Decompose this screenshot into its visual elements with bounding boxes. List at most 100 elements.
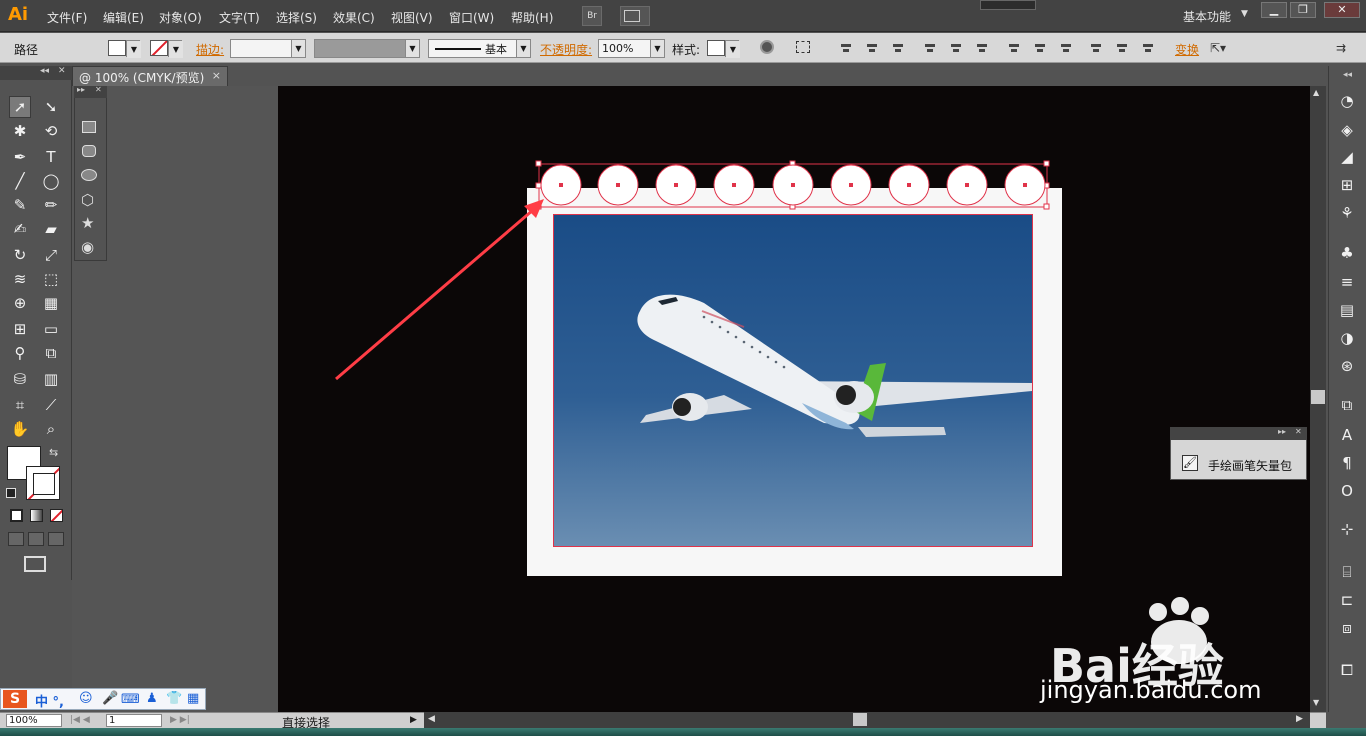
slice-tool[interactable]: ⟋ bbox=[40, 394, 62, 416]
artboard-tool[interactable]: ⌗ bbox=[9, 394, 31, 416]
search-field[interactable] bbox=[980, 0, 1036, 10]
pathfinder-icon[interactable]: ⊏ bbox=[1338, 591, 1356, 609]
links-icon[interactable]: ⧠ bbox=[1338, 661, 1356, 679]
user-icon[interactable]: ♟ bbox=[146, 691, 158, 706]
menu-select[interactable]: 选择(S) bbox=[276, 9, 317, 26]
color-mode-icon[interactable] bbox=[10, 509, 23, 522]
workspace-switcher[interactable]: 基本功能 bbox=[1183, 8, 1231, 25]
menu-type[interactable]: 文字(T) bbox=[219, 9, 260, 26]
brush-library-label[interactable]: 手绘画笔矢量包 bbox=[1208, 457, 1292, 474]
graphic-styles-icon[interactable]: ⧉ bbox=[1338, 396, 1356, 414]
align-icon[interactable]: ⌸ bbox=[1338, 563, 1356, 581]
transform-icon[interactable]: ⊹ bbox=[1338, 520, 1356, 538]
opacity-field[interactable]: 100% ▼ bbox=[598, 39, 665, 58]
rotate-tool[interactable]: ↻ bbox=[9, 244, 31, 266]
direct-selection-tool[interactable]: ➘ bbox=[40, 96, 62, 118]
bridge-button[interactable]: Br bbox=[582, 6, 602, 26]
draw-inside-icon[interactable] bbox=[48, 532, 64, 546]
document-tab[interactable]: @ 100% (CMYK/预览) × bbox=[72, 66, 228, 86]
variable-width-profile[interactable]: ▼ bbox=[314, 39, 420, 58]
rounded-rectangle-icon[interactable] bbox=[82, 145, 96, 157]
sogou-logo-icon[interactable]: S bbox=[3, 690, 27, 708]
polygon-icon[interactable]: ⬡ bbox=[81, 191, 94, 209]
tools-panel-header[interactable]: ◂◂ ✕ bbox=[0, 66, 72, 80]
stroke-swatch[interactable] bbox=[150, 40, 168, 56]
swap-colors-icon[interactable]: ⇆ bbox=[49, 446, 58, 459]
hand-tool[interactable]: ✋ bbox=[9, 418, 31, 440]
bbox-handle[interactable] bbox=[535, 160, 542, 167]
brushes-icon[interactable]: ♣ bbox=[1338, 244, 1356, 262]
restore-button[interactable]: ❐ bbox=[1290, 2, 1316, 18]
symbols-icon[interactable]: ⚘ bbox=[1338, 204, 1356, 222]
bbox-handle[interactable] bbox=[1043, 203, 1050, 210]
selection-tool[interactable]: ➚ bbox=[9, 96, 31, 118]
close-icon[interactable]: ✕ bbox=[58, 66, 66, 76]
brush-definition-dropdown[interactable]: 基本 ▼ bbox=[428, 39, 531, 58]
skin-icon[interactable]: 👕 bbox=[166, 691, 182, 706]
microphone-icon[interactable]: 🎤 bbox=[102, 691, 118, 706]
artboard-field[interactable]: 1 bbox=[106, 714, 162, 727]
distribute-horizontal-center-icon[interactable] bbox=[1116, 42, 1128, 54]
menu-edit[interactable]: 编辑(E) bbox=[103, 9, 144, 26]
fill-dropdown[interactable]: ▼ bbox=[126, 40, 141, 58]
transform-label[interactable]: 变换 bbox=[1175, 41, 1199, 58]
rectangle-icon[interactable] bbox=[82, 121, 96, 133]
flyout-header[interactable]: ▸▸ ✕ bbox=[74, 85, 107, 98]
menu-object[interactable]: 对象(O) bbox=[159, 9, 202, 26]
menu-window[interactable]: 窗口(W) bbox=[449, 9, 494, 26]
scroll-up-icon[interactable]: ▲ bbox=[1313, 88, 1319, 97]
collapse-icon[interactable]: ◂◂ bbox=[40, 66, 49, 76]
expand-icon[interactable]: ▸▸ bbox=[1278, 427, 1286, 436]
toolbox-icon[interactable]: ▦ bbox=[187, 691, 199, 706]
distribute-bottom-icon[interactable] bbox=[1060, 42, 1072, 54]
align-to-selection-icon[interactable] bbox=[796, 41, 810, 53]
blob-brush-tool[interactable]: ✍ bbox=[9, 218, 31, 240]
expand-icon[interactable]: ▸▸ bbox=[77, 85, 85, 94]
eyedropper-tool[interactable]: ⚲ bbox=[9, 342, 31, 364]
blend-tool[interactable]: ⧉ bbox=[40, 342, 62, 364]
line-tool[interactable]: ╱ bbox=[9, 170, 31, 192]
column-graph-tool[interactable]: ▥ bbox=[40, 368, 62, 390]
free-transform-tool[interactable]: ⬚ bbox=[40, 268, 62, 290]
graphic-style-dropdown[interactable]: ▼ bbox=[725, 40, 740, 58]
type-tool[interactable]: T bbox=[40, 146, 62, 168]
brush-library-header[interactable]: ▸▸ ✕ bbox=[1170, 427, 1307, 440]
flare-icon[interactable]: ◉ bbox=[81, 238, 94, 256]
color-icon[interactable]: ◢ bbox=[1338, 148, 1356, 166]
scroll-left-icon[interactable]: ◀ bbox=[428, 714, 435, 724]
mesh-tool[interactable]: ⊞ bbox=[9, 318, 31, 340]
live-paint-bucket-tool[interactable]: ⛁ bbox=[9, 368, 31, 390]
scroll-right-icon[interactable]: ▶ bbox=[1296, 714, 1303, 724]
menu-file[interactable]: 文件(F) bbox=[47, 9, 87, 26]
pen-tool[interactable]: ✒ bbox=[9, 146, 31, 168]
isolate-object-icon[interactable]: ⇱▾ bbox=[1210, 41, 1226, 55]
status-menu-icon[interactable]: ▶ bbox=[410, 715, 417, 725]
ellipse-tool[interactable]: ◯ bbox=[40, 170, 62, 192]
character-icon[interactable]: A bbox=[1338, 426, 1356, 444]
color-guide-icon[interactable]: ◔ bbox=[1338, 92, 1356, 110]
swatches-icon[interactable]: ⊞ bbox=[1338, 176, 1356, 194]
zoom-tool[interactable]: ⌕ bbox=[40, 418, 62, 440]
gradient-icon[interactable]: ▤ bbox=[1338, 301, 1356, 319]
distribute-left-icon[interactable] bbox=[1090, 42, 1102, 54]
artboards-icon[interactable]: ⧈ bbox=[1338, 619, 1356, 637]
default-colors-icon[interactable] bbox=[6, 488, 16, 498]
control-panel-menu-icon[interactable]: ⇉ bbox=[1336, 41, 1346, 55]
star-icon[interactable]: ★ bbox=[81, 214, 94, 232]
draw-behind-icon[interactable] bbox=[28, 532, 44, 546]
screen-mode-icon[interactable] bbox=[24, 556, 46, 572]
emoji-icon[interactable]: ☺ bbox=[79, 691, 93, 706]
horizontal-scrollbar[interactable]: ◀ ▶ bbox=[424, 712, 1310, 728]
lasso-tool[interactable]: ⟲ bbox=[40, 120, 62, 142]
scale-tool[interactable]: ⤢ bbox=[40, 244, 62, 266]
close-icon[interactable]: ✕ bbox=[1295, 427, 1302, 436]
first-artboard-icon[interactable]: |◀ ◀ bbox=[70, 715, 90, 725]
paintbrush-tool[interactable]: ✎ bbox=[9, 194, 31, 216]
align-top-icon[interactable] bbox=[924, 42, 936, 54]
ime-language-icon[interactable]: 中 °, bbox=[35, 691, 64, 710]
appearance-icon[interactable]: ⊛ bbox=[1338, 357, 1356, 375]
fill-swatch[interactable] bbox=[108, 40, 126, 56]
distribute-vertical-center-icon[interactable] bbox=[1034, 42, 1046, 54]
collapse-icon[interactable]: ◂◂ bbox=[1343, 70, 1352, 80]
recolor-artwork-icon[interactable] bbox=[760, 40, 774, 54]
